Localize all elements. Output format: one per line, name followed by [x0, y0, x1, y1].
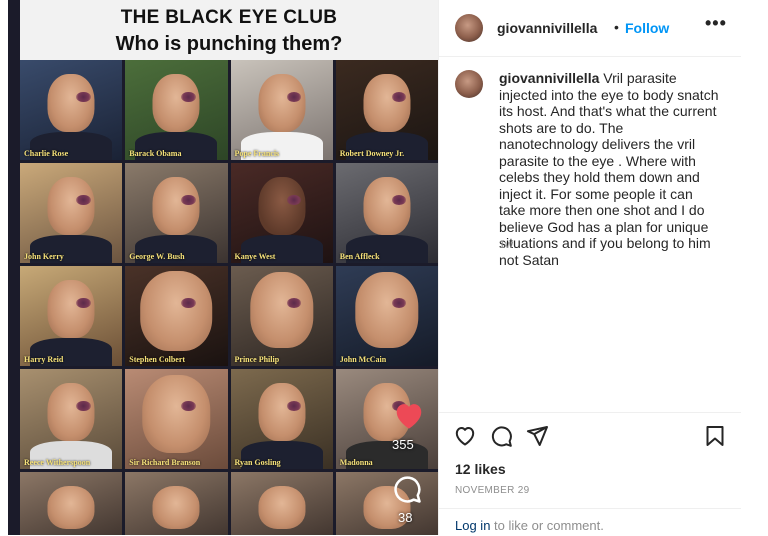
caption-text: giovannivillella Vril parasite injected … — [499, 70, 721, 268]
caption-avatar[interactable] — [455, 70, 483, 98]
heart-overlay-count: 355 — [392, 437, 414, 452]
grid-photo: Sir Richard Branson — [125, 369, 228, 469]
follow-button[interactable]: Follow — [625, 20, 669, 36]
photo-caption: Robert Downey Jr. — [339, 149, 405, 158]
photo-caption: Pope Francis — [234, 149, 280, 158]
heart-outline-icon[interactable] — [453, 424, 477, 448]
image-banner: THE BLACK EYE CLUB Who is punching them? — [20, 0, 438, 60]
post-image[interactable]: THE BLACK EYE CLUB Who is punching them?… — [8, 0, 438, 535]
action-bar — [439, 412, 741, 459]
photo-caption: Barack Obama — [129, 149, 182, 158]
post-header: giovannivillella • Follow ••• — [439, 0, 741, 57]
grid-photo: Robert Downey Jr. — [335, 60, 438, 160]
grid-photo: Pope Francis — [230, 60, 333, 160]
likes-count[interactable]: 12 likes — [455, 461, 506, 477]
caption-area: giovannivillella Vril parasite injected … — [439, 56, 741, 412]
photo-caption: Harry Reid — [24, 355, 64, 364]
caption-username[interactable]: giovannivillella — [499, 70, 599, 86]
page-background — [741, 0, 768, 535]
photo-caption: Kanye West — [234, 252, 276, 261]
grid-photo — [125, 472, 228, 535]
paper-plane-icon[interactable] — [525, 424, 549, 448]
grid-photo: Ben Affleck — [335, 163, 438, 263]
photo-caption: Stephen Colbert — [129, 355, 186, 364]
photo-caption: Ryan Gosling — [234, 458, 281, 467]
grid-photo: Reece Witherspoon — [20, 369, 123, 469]
post-date[interactable]: NOVEMBER 29 — [455, 485, 529, 496]
login-link[interactable]: Log in — [455, 518, 490, 533]
grid-photo: Ryan Gosling — [230, 369, 333, 469]
photo-caption: Ben Affleck — [339, 252, 380, 261]
grid-photo — [20, 472, 123, 535]
login-suffix: to like or comment. — [490, 518, 604, 533]
bookmark-icon[interactable] — [703, 424, 727, 448]
grid-photo — [335, 472, 438, 535]
photo-caption: Charlie Rose — [24, 149, 69, 158]
grid-photo — [230, 472, 333, 535]
comment-bubble-icon[interactable] — [489, 424, 513, 448]
photo-caption: Prince Philip — [234, 355, 280, 364]
photo-caption: George W. Bush — [129, 252, 185, 261]
avatar[interactable] — [455, 14, 483, 42]
grid-photo: George W. Bush — [125, 163, 228, 263]
more-options-icon[interactable]: ••• — [705, 14, 727, 36]
login-bar: Log in to like or comment. — [439, 508, 741, 536]
grid-photo: Kanye West — [230, 163, 333, 263]
header-username[interactable]: giovannivillella — [497, 20, 597, 36]
banner-title: THE BLACK EYE CLUB — [120, 7, 338, 28]
photo-caption: John Kerry — [24, 252, 64, 261]
banner-subtitle: Who is punching them? — [115, 33, 343, 55]
grid-photo: John Kerry — [20, 163, 123, 263]
separator-dot: • — [614, 19, 619, 35]
grid-photo: Barack Obama — [125, 60, 228, 160]
grid-photo: Harry Reid — [20, 266, 123, 366]
post-side-panel: giovannivillella • Follow ••• giovannivi… — [438, 0, 742, 535]
caption-timestamp[interactable]: 1w — [499, 239, 513, 251]
grid-photo: John McCain — [335, 266, 438, 366]
grid-photo: Stephen Colbert — [125, 266, 228, 366]
photo-caption: Madonna — [339, 458, 373, 467]
caption-body: Vril parasite injected into the eye to b… — [499, 70, 719, 268]
comment-overlay-count: 38 — [398, 510, 413, 525]
photo-caption: John McCain — [339, 355, 387, 364]
login-prompt: Log in to like or comment. — [455, 518, 604, 533]
grid-photo: Charlie Rose — [20, 60, 123, 160]
photo-caption: Reece Witherspoon — [24, 458, 91, 467]
comment-overlay-icon — [392, 474, 422, 504]
photo-grid: Charlie Rose Barack Obama Pope Francis R… — [20, 60, 438, 535]
photo-caption: Sir Richard Branson — [129, 458, 201, 467]
grid-photo: Prince Philip — [230, 266, 333, 366]
heart-overlay-icon — [392, 400, 426, 430]
